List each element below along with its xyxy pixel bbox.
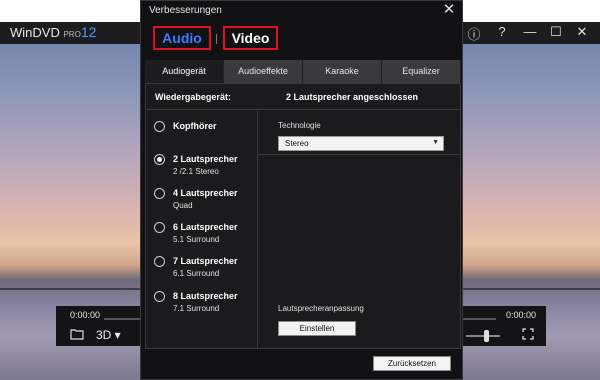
radio-button[interactable] xyxy=(154,256,165,267)
info-icon[interactable]: ⓘ xyxy=(464,24,484,43)
chevron-down-icon: ▼ xyxy=(432,139,439,146)
speaker-sublabel: 2 /2.1 Stereo xyxy=(173,167,219,176)
app-name: WinDVD xyxy=(10,25,60,40)
device-label: Wiedergabegerät: xyxy=(155,92,231,102)
einstellen-button[interactable]: Einstellen xyxy=(278,321,356,336)
maximize-icon[interactable]: ☐ xyxy=(546,24,566,40)
subtab-audiogeraet[interactable]: Audiogerät xyxy=(145,60,224,83)
radio-button-selected[interactable] xyxy=(154,154,165,165)
enhancements-dialog: Verbesserungen ✕ Audio Video Audiogerät … xyxy=(140,0,463,380)
volume-slider[interactable] xyxy=(466,335,500,337)
speaker-label: 4 Lautsprecher xyxy=(173,188,238,198)
reset-button[interactable]: Zurücksetzen xyxy=(373,356,451,371)
tab-audio[interactable]: Audio xyxy=(153,26,211,50)
speaker-label: 6 Lautsprecher xyxy=(173,222,238,232)
tab-video[interactable]: Video xyxy=(223,26,278,50)
current-time: 0:00:00 xyxy=(70,310,101,320)
subtab-equalizer[interactable]: Equalizer xyxy=(382,60,461,83)
radio-button[interactable] xyxy=(154,188,165,199)
speaker-adjust-label: Lautsprecheranpassung xyxy=(278,304,364,313)
speaker-sublabel: 7.1 Surround xyxy=(173,304,220,313)
close-window-icon[interactable]: ✕ xyxy=(572,24,592,40)
subtab-audioeffekte[interactable]: Audioeffekte xyxy=(224,60,303,83)
subtab-karaoke[interactable]: Karaoke xyxy=(303,60,382,83)
speaker-sublabel: 5.1 Surround xyxy=(173,235,220,244)
3d-mode-button[interactable]: 3D ▾ xyxy=(96,328,121,342)
app-version: 12 xyxy=(80,24,97,40)
tab-separator xyxy=(216,34,217,44)
speaker-label: 2 Lautsprecher xyxy=(173,154,238,164)
technology-section: Technologie Stereo ▼ xyxy=(258,111,460,155)
dialog-title: Verbesserungen xyxy=(149,5,222,16)
audio-device-panel: Wiedergabegerät: 2 Lautsprecher angeschl… xyxy=(145,83,461,349)
technology-dropdown[interactable]: Stereo ▼ xyxy=(278,136,444,151)
technology-value: Stereo xyxy=(285,139,309,148)
speaker-label: 8 Lautsprecher xyxy=(173,291,238,301)
radio-button[interactable] xyxy=(154,291,165,302)
app-title: WinDVD PRO12 xyxy=(10,24,96,40)
fullscreen-icon[interactable] xyxy=(522,328,534,343)
speaker-label: 7 Lautsprecher xyxy=(173,256,238,266)
technology-label: Technologie xyxy=(278,121,321,130)
help-icon[interactable]: ? xyxy=(492,24,512,39)
device-value: 2 Lautsprecher angeschlossen xyxy=(286,92,419,102)
radio-button[interactable] xyxy=(154,222,165,233)
folder-icon[interactable] xyxy=(70,328,84,343)
volume-handle[interactable] xyxy=(484,330,489,342)
total-time: 0:00:00 xyxy=(506,310,537,320)
speaker-label: Kopfhörer xyxy=(173,121,217,131)
subtab-bar: Audiogerät Audioeffekte Karaoke Equalize… xyxy=(145,60,461,83)
minimize-icon[interactable]: — xyxy=(520,24,540,39)
radio-button[interactable] xyxy=(154,121,165,132)
3d-mode-label: 3D xyxy=(96,328,112,342)
speaker-sublabel: 6.1 Surround xyxy=(173,269,220,278)
close-icon[interactable]: ✕ xyxy=(440,1,458,19)
app-edition: PRO xyxy=(63,30,81,39)
speaker-sublabel: Quad xyxy=(173,201,193,210)
device-header: Wiedergabegerät: 2 Lautsprecher angeschl… xyxy=(146,84,460,110)
